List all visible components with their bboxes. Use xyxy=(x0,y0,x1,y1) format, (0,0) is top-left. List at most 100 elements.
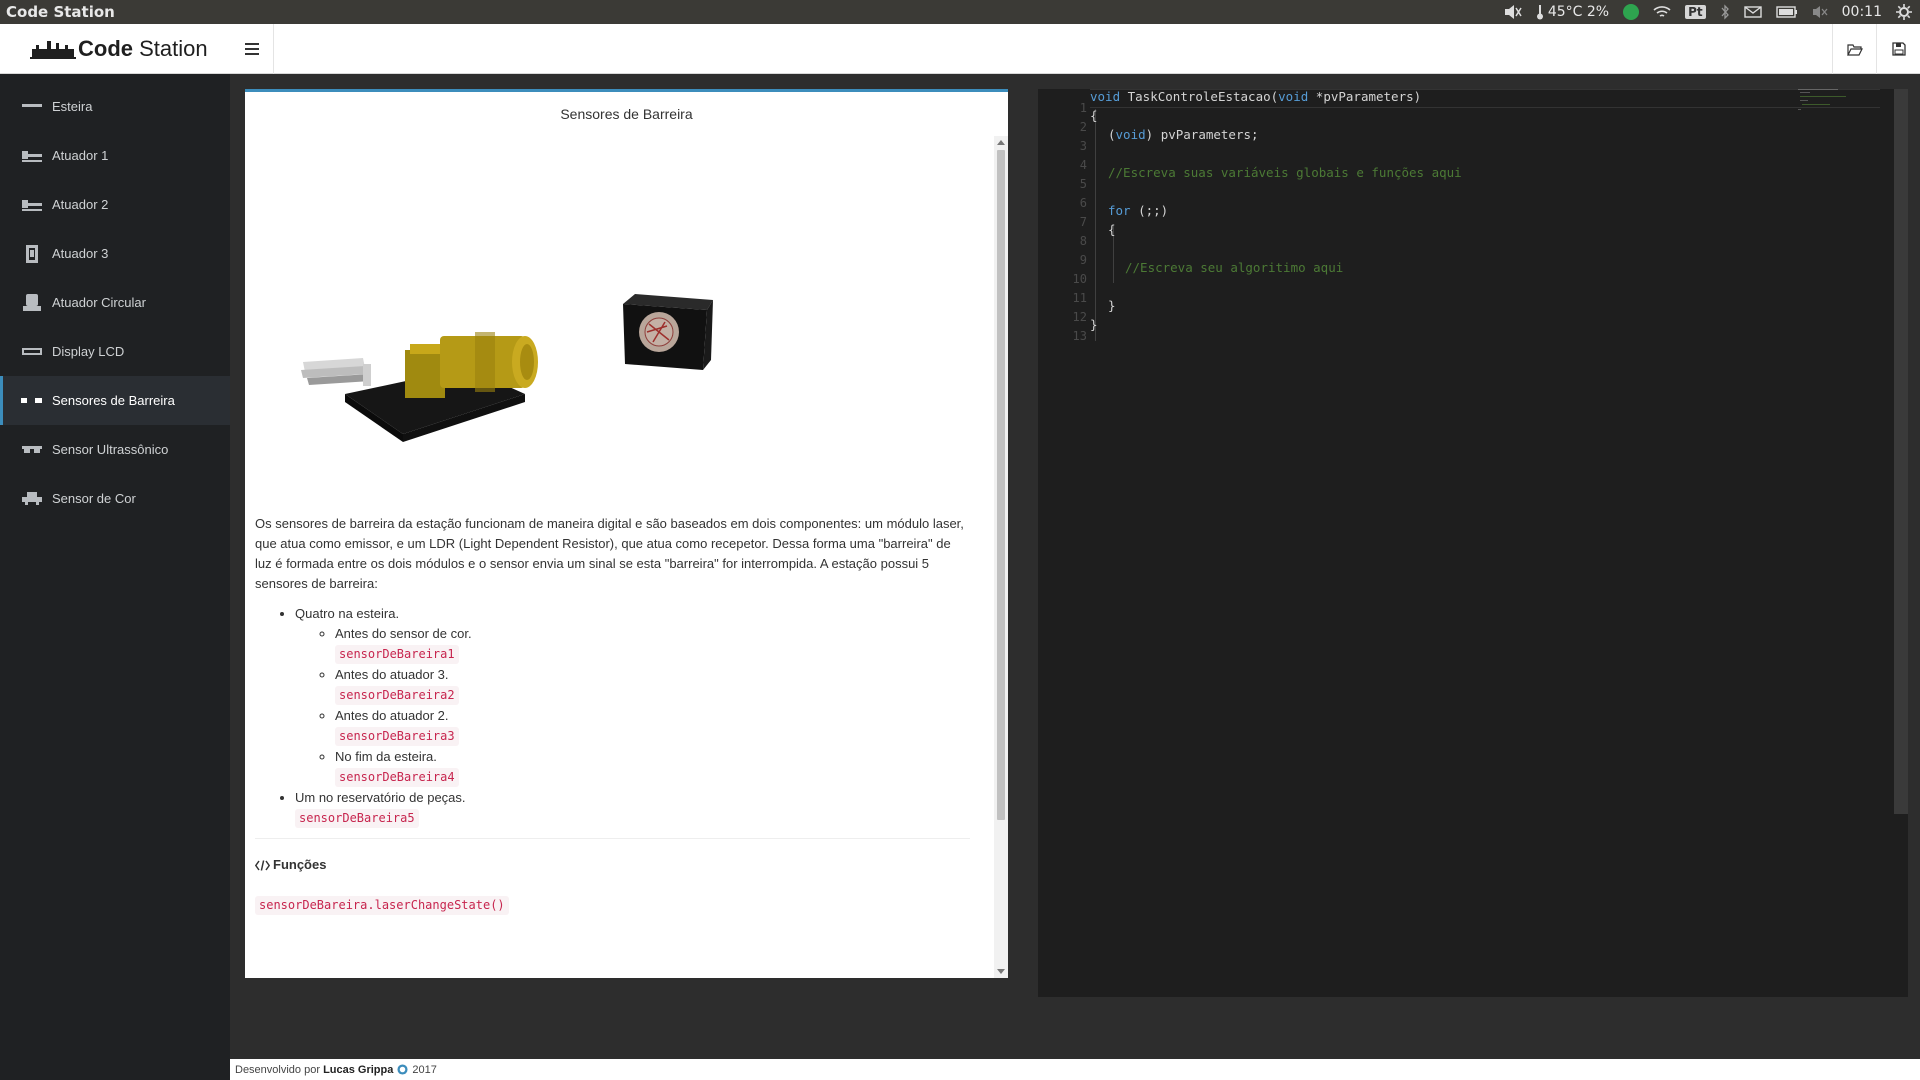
conveyor-icon xyxy=(21,98,43,116)
line-number: 6 xyxy=(1079,196,1087,210)
sidebar-item-atuador-circular[interactable]: Atuador Circular xyxy=(0,278,230,327)
save-file-button[interactable] xyxy=(1876,24,1920,74)
line-number: 1 xyxy=(1079,101,1087,115)
function-code: sensorDeBareira.laserChangeState() xyxy=(255,896,509,915)
list-item-text: Antes do sensor de cor. xyxy=(335,626,472,641)
wifi-icon[interactable] xyxy=(1653,5,1671,19)
settings-gear-icon[interactable] xyxy=(1896,4,1912,20)
color-sensor-icon xyxy=(21,490,43,508)
sidebar-item-atuador-2[interactable]: Atuador 2 xyxy=(0,180,230,229)
lcd-display-icon xyxy=(21,343,43,361)
list-item: Antes do sensor de cor. sensorDeBareira1 xyxy=(335,624,970,664)
code-sensor-name: sensorDeBareira3 xyxy=(335,727,459,746)
functions-heading-label: Funções xyxy=(273,857,327,872)
sidebar-toggle-button[interactable] xyxy=(230,24,274,74)
list-item-text: Antes do atuador 3. xyxy=(335,667,449,682)
sensor-list: Quatro na esteira. Antes do sensor de co… xyxy=(255,604,970,828)
brand-title: Code Station xyxy=(78,36,208,61)
keyboard-layout-indicator[interactable]: Pt xyxy=(1685,5,1706,19)
sidebar-item-label: Atuador 2 xyxy=(52,197,109,212)
sidebar-item-sensor-de-cor[interactable]: Sensor de Cor xyxy=(0,474,230,523)
doc-scroll-area[interactable]: Os sensores de barreira da estação funci… xyxy=(245,136,1008,978)
status-dot-icon[interactable] xyxy=(1623,4,1640,20)
sidebar-item-sensores-de-barreira[interactable]: Sensores de Barreira xyxy=(0,376,230,425)
sensor-sublist: Antes do sensor de cor.sensorDeBareira1 … xyxy=(295,624,970,787)
ultrasonic-sensor-icon xyxy=(21,441,43,459)
code-line: { xyxy=(1090,108,1098,123)
sidebar-item-label: Esteira xyxy=(52,99,93,114)
bluetooth-icon[interactable] xyxy=(1720,4,1730,20)
mute-icon[interactable] xyxy=(1504,4,1522,20)
line-number-gutter: 1 2 3 4 5 6 7 8 9 10 11 12 13 xyxy=(1038,89,1090,997)
brand-logo[interactable]: Code Station xyxy=(0,24,230,74)
indent-guide xyxy=(1095,109,1096,341)
code-line: } xyxy=(1108,298,1116,313)
main-content: Sensores de Barreira Os sensores de barr… xyxy=(230,74,1920,1059)
code-line: void TaskControleEstacao(void *pvParamet… xyxy=(1090,89,1422,104)
train-logo-icon xyxy=(30,41,76,59)
line-number: 3 xyxy=(1079,139,1087,153)
line-number: 2 xyxy=(1079,120,1087,134)
list-item-text: Antes do atuador 2. xyxy=(335,708,449,723)
footer-year: 2017 xyxy=(412,1063,437,1076)
code-icon xyxy=(255,859,270,871)
os-window-title: Code Station xyxy=(6,3,115,21)
line-number: 9 xyxy=(1079,253,1087,267)
line-number: 13 xyxy=(1072,329,1087,343)
sidebar-item-sensor-ultrassonico[interactable]: Sensor Ultrassônico xyxy=(0,425,230,474)
sidebar-item-atuador-3[interactable]: Atuador 3 xyxy=(0,229,230,278)
battery-icon[interactable] xyxy=(1775,6,1798,18)
list-item: Um no reservatório de peças. sensorDeBar… xyxy=(295,788,970,828)
line-number: 10 xyxy=(1072,272,1087,286)
github-icon[interactable] xyxy=(397,1064,408,1075)
scroll-down-arrow-icon[interactable] xyxy=(997,969,1005,974)
sidebar-item-esteira[interactable]: Esteira xyxy=(0,82,230,131)
list-item-text: Quatro na esteira. xyxy=(295,606,400,621)
line-number: 4 xyxy=(1079,158,1087,172)
hamburger-icon xyxy=(244,43,259,55)
list-item: Antes do atuador 2. sensorDeBareira3 xyxy=(335,706,970,746)
sidebar-item-label: Sensores de Barreira xyxy=(52,393,175,408)
code-comment: //Escreva seu algoritimo aqui xyxy=(1125,260,1344,275)
barrier-sensor-icon xyxy=(21,392,43,410)
code-line: (void) pvParameters; xyxy=(1108,127,1259,142)
sidebar-item-label: Atuador Circular xyxy=(52,295,146,310)
footer: Desenvolvido por Lucas Grippa 2017 xyxy=(230,1059,1920,1080)
code-minimap[interactable] xyxy=(1798,89,1848,119)
editor-scrollbar[interactable] xyxy=(1894,89,1908,814)
sidebar-item-atuador-1[interactable]: Atuador 1 xyxy=(0,131,230,180)
doc-scrollbar[interactable] xyxy=(994,136,1008,978)
functions-heading: Funções xyxy=(255,855,970,875)
ldr-receiver-image xyxy=(623,294,713,370)
line-number: 7 xyxy=(1079,215,1087,229)
scroll-up-arrow-icon[interactable] xyxy=(997,140,1005,145)
open-file-button[interactable] xyxy=(1832,24,1876,74)
vertical-actuator-icon xyxy=(21,244,43,263)
mail-icon[interactable] xyxy=(1743,6,1762,18)
code-editor[interactable]: 1 2 3 4 5 6 7 8 9 10 11 12 13 void TaskC… xyxy=(1038,89,1908,997)
list-item: Quatro na esteira. Antes do sensor de co… xyxy=(295,604,970,787)
app-header: Code Station xyxy=(0,24,1920,74)
clock[interactable]: 00:11 xyxy=(1842,4,1882,20)
doc-panel-title: Sensores de Barreira xyxy=(560,106,693,122)
header-actions xyxy=(1832,24,1920,74)
actuator-icon xyxy=(21,196,43,214)
temperature-readout: 45°C 2% xyxy=(1547,4,1610,20)
line-number: 5 xyxy=(1079,177,1087,191)
folder-open-icon xyxy=(1846,43,1863,56)
floppy-disk-icon xyxy=(1891,42,1906,56)
volume-muted-icon[interactable] xyxy=(1812,5,1828,19)
barrier-sensor-illustration xyxy=(255,136,1000,514)
list-item-text: Um no reservatório de peças. xyxy=(295,790,466,805)
list-item: No fim da esteira. sensorDeBareira4 xyxy=(335,747,970,787)
list-item: Antes do atuador 3. sensorDeBareira2 xyxy=(335,665,970,705)
doc-intro-paragraph: Os sensores de barreira da estação funci… xyxy=(255,516,964,591)
footer-author-link[interactable]: Lucas Grippa xyxy=(323,1064,393,1076)
divider xyxy=(255,838,970,839)
sidebar-item-display-lcd[interactable]: Display LCD xyxy=(0,327,230,376)
code-line: } xyxy=(1090,317,1098,332)
doc-body: Os sensores de barreira da estação funci… xyxy=(255,514,980,915)
actuator-icon xyxy=(21,147,43,165)
doc-content: Os sensores de barreira da estação funci… xyxy=(245,136,990,915)
scrollbar-thumb[interactable] xyxy=(997,150,1005,820)
